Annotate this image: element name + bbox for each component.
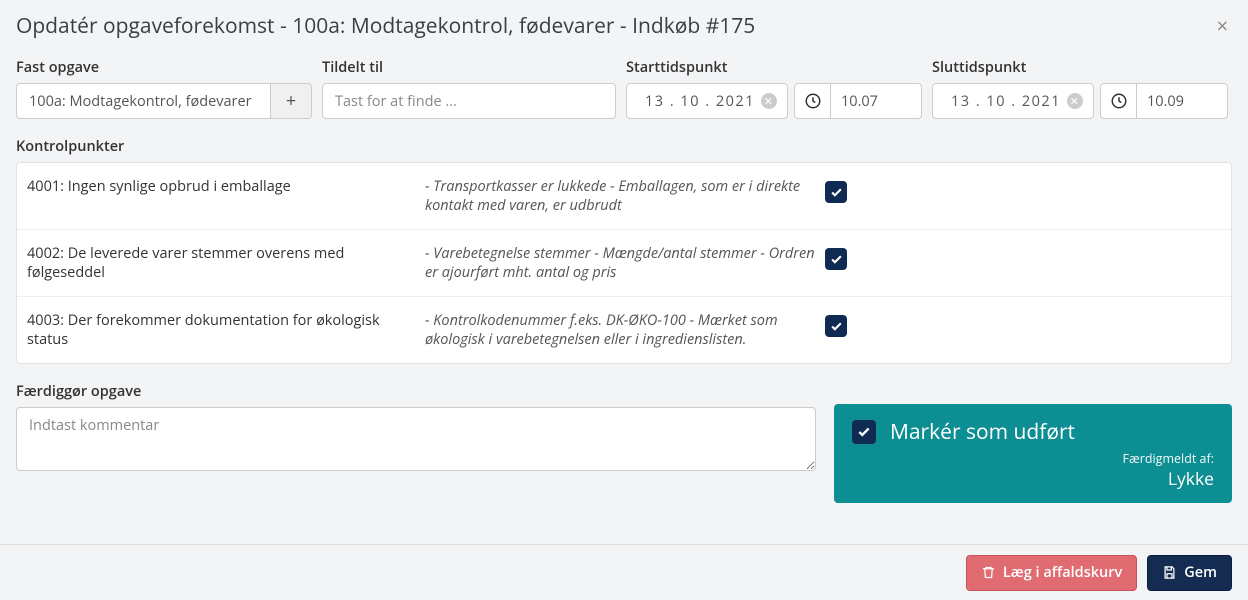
trash-button-label: Læg i affaldskurv <box>1003 563 1122 582</box>
kontrol-checkbox[interactable] <box>825 315 847 337</box>
kontrol-title: 4003: Der forekommer dokumentation for ø… <box>27 311 425 349</box>
slut-time-value: 10.09 <box>1137 92 1227 111</box>
kontrol-row: 4001: Ingen synlige opbrud i emballage -… <box>17 163 1231 230</box>
comment-textarea[interactable] <box>16 407 816 471</box>
clock-icon <box>795 84 831 118</box>
start-time-value: 10.07 <box>831 92 921 111</box>
kontrol-title: 4001: Ingen synlige opbrud i emballage <box>27 177 425 196</box>
start-date-clear-icon[interactable]: ✕ <box>761 93 777 109</box>
kontrol-list: 4001: Ingen synlige opbrud i emballage -… <box>16 162 1232 364</box>
start-date-value: 13 . 10 . 2021 <box>645 92 755 111</box>
slut-date-clear-icon[interactable]: ✕ <box>1067 93 1083 109</box>
tildelt-label: Tildelt til <box>322 58 616 77</box>
mark-done-label: Markér som udført <box>890 418 1075 446</box>
kontrol-desc: - Kontrolkodenummer f.eks. DK-ØKO-100 - … <box>425 311 825 349</box>
kontrol-checkbox[interactable] <box>825 181 847 203</box>
save-button[interactable]: Gem <box>1147 555 1232 591</box>
add-fast-opgave-button[interactable]: + <box>270 83 312 119</box>
mark-done-checkbox[interactable] <box>852 420 876 444</box>
done-by-label: Færdigmeldt af: <box>852 450 1214 467</box>
save-icon <box>1162 565 1177 580</box>
save-button-label: Gem <box>1184 563 1217 582</box>
trash-button[interactable]: Læg i affaldskurv <box>966 555 1137 591</box>
mark-done-panel: Markér som udført Færdigmeldt af: Lykke <box>834 404 1232 503</box>
fast-opgave-label: Fast opgave <box>16 58 312 77</box>
finish-section-label: Færdiggør opgave <box>16 382 816 401</box>
slut-label: Sluttidspunkt <box>932 58 1228 77</box>
kontrol-checkbox[interactable] <box>825 248 847 270</box>
slut-date-value: 13 . 10 . 2021 <box>951 92 1061 111</box>
kontrol-section-label: Kontrolpunkter <box>0 137 1248 162</box>
slut-time-input[interactable]: 10.09 <box>1100 83 1228 119</box>
start-date-input[interactable]: 13 . 10 . 2021 ✕ <box>626 83 788 119</box>
kontrol-title: 4002: De leverede varer stemmer overens … <box>27 244 425 282</box>
start-label: Starttidspunkt <box>626 58 922 77</box>
tildelt-input[interactable] <box>322 83 616 119</box>
clock-icon <box>1101 84 1137 118</box>
dialog-title: Opdatér opgaveforekomst - 100a: Modtagek… <box>16 12 755 40</box>
kontrol-desc: - Varebetegnelse stemmer - Mængde/antal … <box>425 244 825 282</box>
fast-opgave-input[interactable] <box>16 83 270 119</box>
trash-icon <box>981 565 996 580</box>
kontrol-row: 4003: Der forekommer dokumentation for ø… <box>17 297 1231 363</box>
done-by-name: Lykke <box>852 467 1214 491</box>
plus-icon: + <box>286 89 296 113</box>
kontrol-row: 4002: De leverede varer stemmer overens … <box>17 230 1231 297</box>
start-time-input[interactable]: 10.07 <box>794 83 922 119</box>
kontrol-desc: - Transportkasser er lukkede - Emballage… <box>425 177 825 215</box>
close-icon[interactable]: × <box>1213 16 1232 36</box>
slut-date-input[interactable]: 13 . 10 . 2021 ✕ <box>932 83 1094 119</box>
